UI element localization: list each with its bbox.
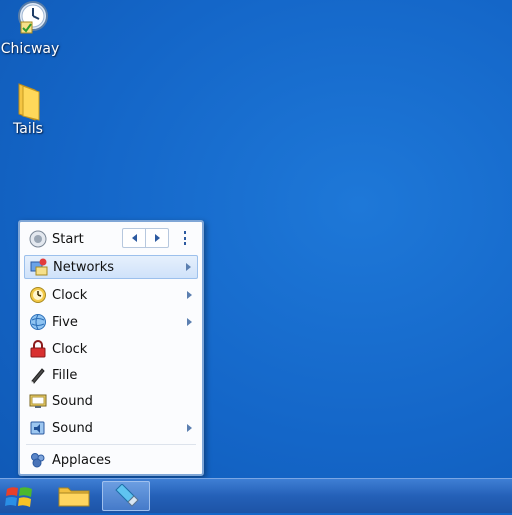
start-button[interactable] xyxy=(0,481,44,511)
menu-item-networks[interactable]: Networks xyxy=(24,255,198,279)
menu-nav-buttons xyxy=(122,228,169,248)
start-menu-header[interactable]: Start xyxy=(24,227,198,251)
usb-drive-icon xyxy=(112,483,140,512)
menu-separator xyxy=(26,444,196,445)
sound-icon xyxy=(29,419,47,437)
menu-item-label: Clock xyxy=(52,287,88,303)
apps-icon xyxy=(29,451,47,469)
menu-item-fille[interactable]: Fille xyxy=(24,363,198,387)
taskbar-usb-button[interactable] xyxy=(102,481,150,511)
menu-item-clock[interactable]: Clock xyxy=(24,283,198,307)
more-dot xyxy=(184,242,186,245)
more-dot xyxy=(184,231,186,234)
desktop-icon-tails[interactable]: Tails xyxy=(0,80,60,137)
forward-button[interactable] xyxy=(145,229,168,247)
more-dot xyxy=(184,236,186,240)
desktop-icon-chicway[interactable]: Chicway xyxy=(0,0,62,57)
menu-item-label: Applaces xyxy=(52,452,111,468)
clock-icon xyxy=(29,286,47,304)
menu-item-clock-lock[interactable]: Clock xyxy=(24,337,198,361)
network-icon xyxy=(30,258,48,276)
chevron-left-icon xyxy=(131,234,137,242)
folder-icon xyxy=(58,485,90,511)
menu-item-sound[interactable]: Sound xyxy=(24,416,198,440)
monitor-icon xyxy=(29,392,47,410)
taskbar xyxy=(0,478,512,513)
globe-icon xyxy=(29,313,47,331)
clock-icon xyxy=(11,0,49,38)
desktop-icon-label: Chicway xyxy=(0,41,60,57)
submenu-arrow-icon xyxy=(186,263,191,271)
menu-item-label: Clock xyxy=(52,341,88,357)
lock-icon xyxy=(29,340,47,358)
menu-item-label: Networks xyxy=(53,259,115,275)
menu-item-label: Sound xyxy=(52,393,93,409)
menu-item-five[interactable]: Five xyxy=(24,310,198,334)
menu-item-label: Five xyxy=(52,314,78,330)
pen-icon xyxy=(29,366,47,384)
desktop-icon-label: Tails xyxy=(13,121,43,137)
taskbar-folder-button[interactable] xyxy=(50,481,98,511)
menu-item-label: Sound xyxy=(52,420,93,436)
submenu-arrow-icon xyxy=(187,291,192,299)
submenu-arrow-icon xyxy=(187,318,192,326)
windows-logo-icon xyxy=(4,483,36,515)
menu-item-sound-monitor[interactable]: Sound xyxy=(24,389,198,413)
menu-item-applaces[interactable]: Applaces xyxy=(24,448,198,472)
submenu-arrow-icon xyxy=(187,424,192,432)
menu-item-label: Fille xyxy=(52,367,78,383)
back-button[interactable] xyxy=(123,229,145,247)
folder-icon xyxy=(9,80,47,121)
more-options-button[interactable] xyxy=(180,230,190,246)
start-menu: Start Networks Clock Five Clock Fille So… xyxy=(18,220,204,476)
chevron-right-icon xyxy=(154,234,160,242)
start-orb-icon xyxy=(29,230,47,248)
